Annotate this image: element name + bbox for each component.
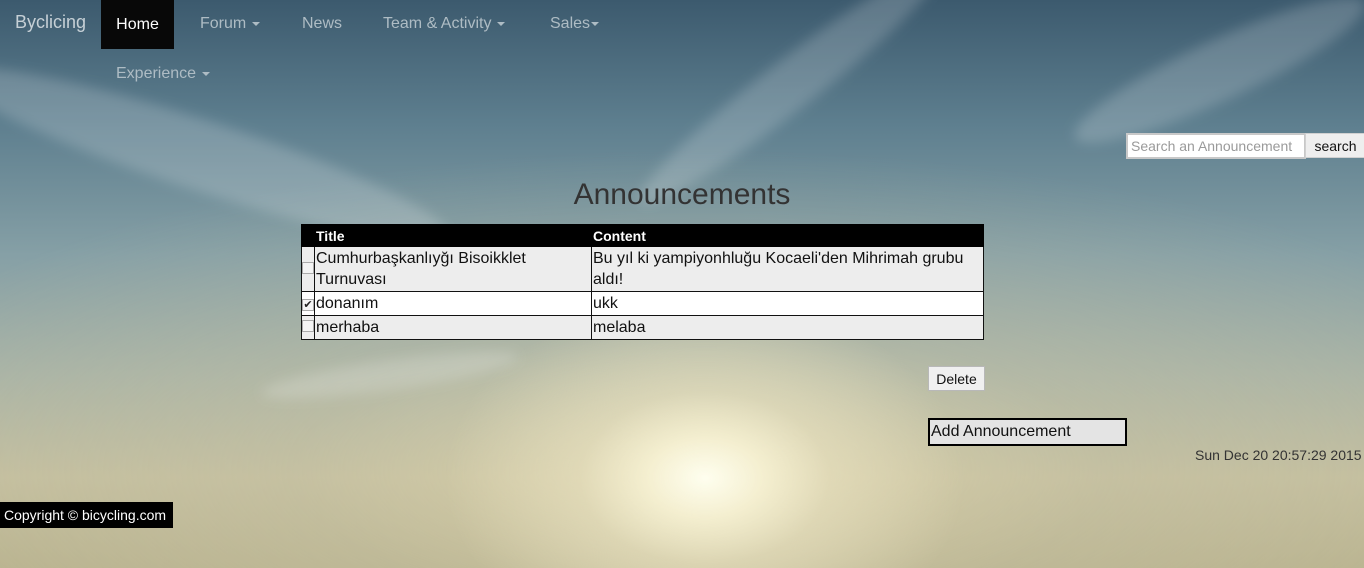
page-title: Announcements bbox=[573, 178, 791, 211]
row-content: ukk bbox=[591, 291, 984, 316]
row-checkbox-cell bbox=[301, 246, 315, 292]
row-checkbox[interactable] bbox=[302, 320, 314, 332]
nav-team-activity-label: Team & Activity bbox=[383, 15, 492, 32]
select-column-header bbox=[301, 224, 315, 247]
table-row: Cumhurbaşkanlıyğı Bisoikklet Turnuvası B… bbox=[301, 246, 984, 292]
footer-copyright: Copyright © bicycling.com bbox=[0, 502, 173, 528]
brand-logo[interactable]: Byclicing bbox=[15, 12, 86, 33]
search-input[interactable] bbox=[1126, 133, 1306, 159]
announcements-table: Title Content Cumhurbaşkanlıyğı Bisoikkl… bbox=[301, 224, 984, 340]
nav-news[interactable]: News bbox=[302, 14, 342, 34]
caret-down-icon bbox=[252, 21, 261, 26]
column-header-title: Title bbox=[314, 224, 592, 247]
table-row: ✔ donanım ukk bbox=[301, 291, 984, 316]
row-title: donanım bbox=[314, 291, 592, 316]
add-announcement-button[interactable]: Add Announcement bbox=[928, 418, 1127, 446]
caret-down-icon bbox=[202, 71, 211, 76]
table-row: merhaba melaba bbox=[301, 315, 984, 340]
nav-sales-label: Sales bbox=[550, 15, 591, 32]
row-title: Cumhurbaşkanlıyğı Bisoikklet Turnuvası bbox=[314, 246, 592, 292]
nav-experience-label: Experience bbox=[116, 65, 197, 82]
search-button[interactable]: search bbox=[1305, 133, 1364, 158]
row-content: melaba bbox=[591, 315, 984, 340]
delete-button[interactable]: Delete bbox=[928, 366, 985, 391]
table-header-row: Title Content bbox=[301, 224, 984, 247]
column-header-content: Content bbox=[591, 224, 984, 247]
caret-down-icon bbox=[591, 21, 600, 26]
row-checkbox[interactable]: ✔ bbox=[302, 299, 314, 311]
row-title: merhaba bbox=[314, 315, 592, 340]
nav-team-activity[interactable]: Team & Activity bbox=[383, 14, 506, 34]
row-checkbox-cell bbox=[301, 315, 315, 340]
nav-sales[interactable]: Sales bbox=[550, 14, 600, 34]
nav-experience[interactable]: Experience bbox=[116, 64, 211, 84]
row-checkbox-cell: ✔ bbox=[301, 291, 315, 316]
nav-home[interactable]: Home bbox=[101, 0, 174, 49]
nav-forum-label: Forum bbox=[200, 15, 247, 32]
nav-forum[interactable]: Forum bbox=[200, 14, 261, 34]
row-content: Bu yıl ki yampiyonhluğu Kocaeli'den Mihr… bbox=[591, 246, 984, 292]
row-checkbox[interactable] bbox=[302, 261, 314, 274]
current-datetime: Sun Dec 20 20:57:29 2015 bbox=[1195, 447, 1362, 463]
caret-down-icon bbox=[497, 21, 506, 26]
